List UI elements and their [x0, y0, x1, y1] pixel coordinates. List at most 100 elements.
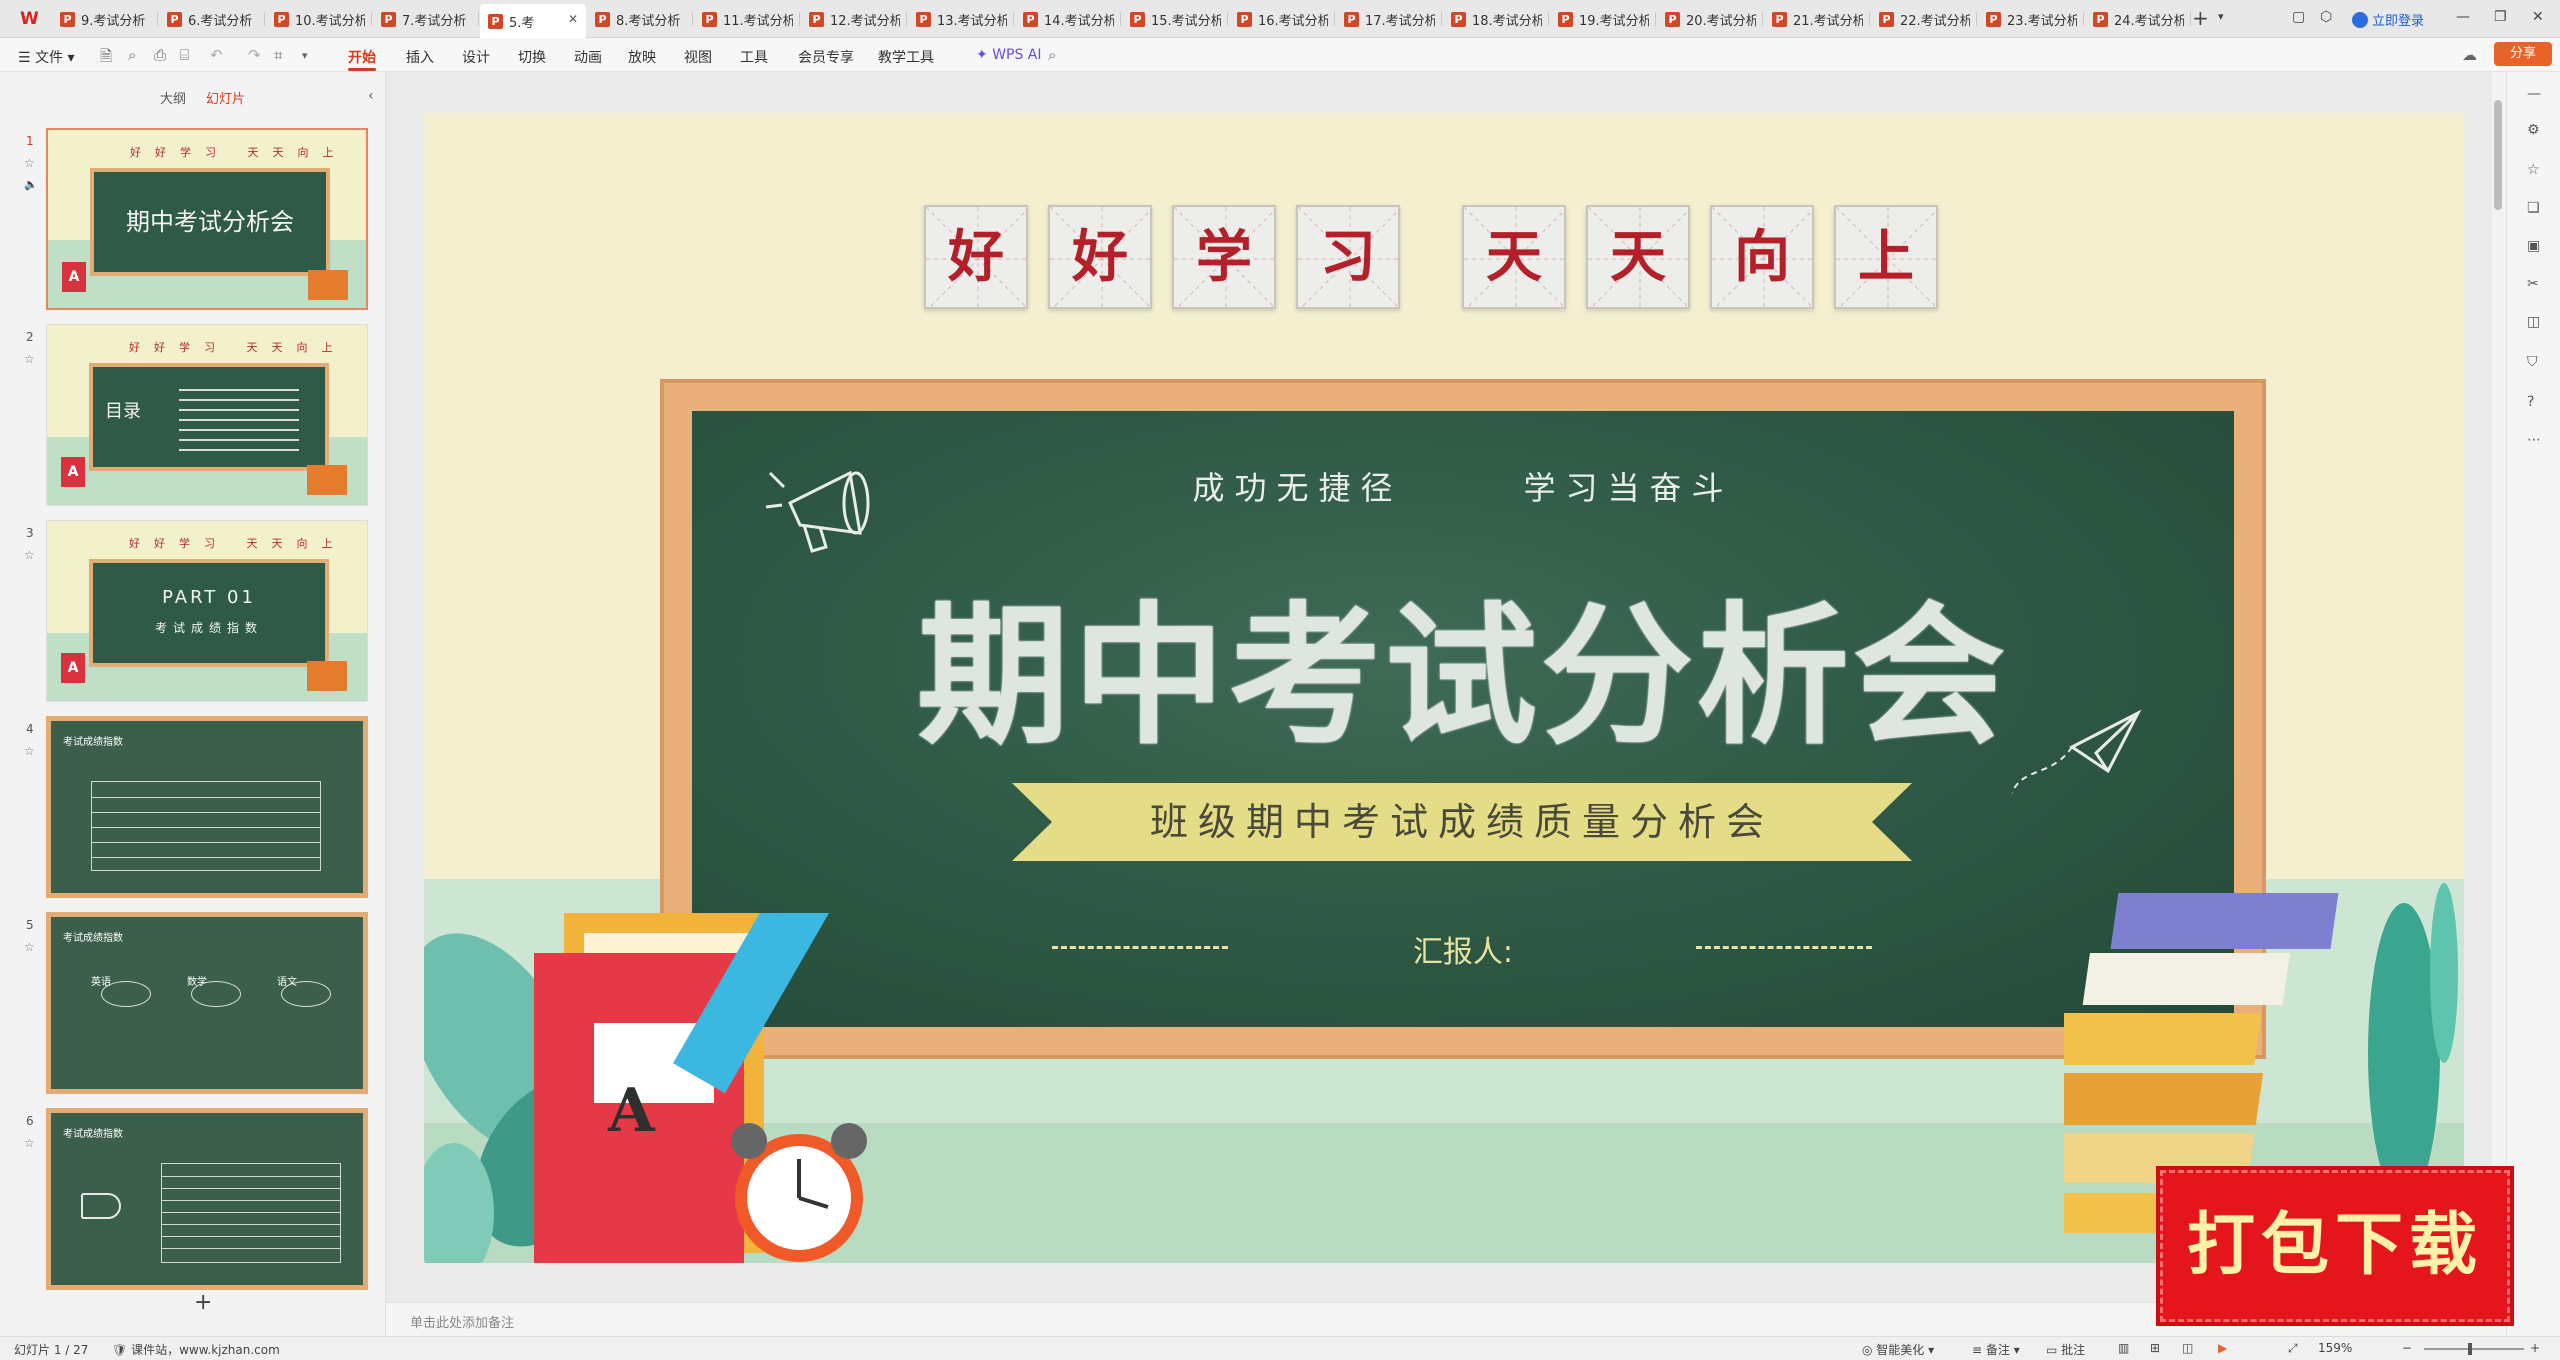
char-text: 好: [1072, 224, 1128, 290]
notes-placeholder[interactable]: 单击此处添加备注: [410, 1312, 514, 1331]
star-icon[interactable]: ☆: [24, 156, 35, 170]
print-icon[interactable]: ⎙: [154, 46, 166, 64]
document-tab[interactable]: P 24.考试分析: [2085, 4, 2191, 34]
star-icon[interactable]: ☆: [24, 548, 35, 562]
star-icon[interactable]: ☆: [24, 940, 35, 954]
ribbon-tab[interactable]: 放映: [628, 47, 656, 67]
favorite-icon[interactable]: ☆: [2527, 162, 2540, 178]
slide-thumbnail-1[interactable]: 好好学习 天天向上 期中考试分析会 A: [46, 128, 368, 310]
open-icon[interactable]: ⌕: [128, 46, 136, 64]
banner-text[interactable]: 班级期中考试成绩质量分析会: [1052, 783, 1872, 861]
document-tab[interactable]: P 6.考试分析: [159, 4, 265, 34]
login-button[interactable]: 立即登录: [2352, 10, 2424, 29]
document-tab[interactable]: P 17.考试分析: [1336, 4, 1442, 34]
ribbon-tab[interactable]: 动画: [574, 47, 602, 67]
wps-ai-button[interactable]: ✦ WPS AI: [976, 47, 1042, 63]
normal-view-icon[interactable]: ▥: [2118, 1341, 2129, 1355]
more-icon[interactable]: ⋯: [2527, 432, 2541, 448]
slide-main-title[interactable]: 期中考试分析会: [692, 553, 2234, 773]
star-icon[interactable]: ☆: [24, 744, 35, 758]
document-tab[interactable]: P 18.考试分析: [1443, 4, 1549, 34]
restore-icon[interactable]: ❐: [2494, 9, 2507, 25]
document-tab[interactable]: P 11.考试分析: [694, 4, 800, 34]
download-badge[interactable]: 打包下载: [2160, 1170, 2510, 1322]
tab-outline[interactable]: 大纲: [160, 92, 186, 107]
play-slideshow-icon[interactable]: ▶: [2218, 1341, 2227, 1355]
redo-icon[interactable]: ↷: [248, 46, 261, 64]
search-icon[interactable]: ⌕: [1048, 46, 1056, 64]
format-painter-icon[interactable]: ⌗: [274, 46, 282, 64]
tab-list-chevron-icon[interactable]: ▾: [2218, 10, 2224, 23]
add-slide-plus-icon[interactable]: +: [194, 1290, 212, 1315]
close-tab-icon[interactable]: ✕: [568, 12, 578, 26]
ribbon-tab[interactable]: 会员专享: [798, 47, 854, 67]
copy-icon[interactable]: ❏: [2527, 200, 2540, 216]
slide-1[interactable]: 好 好 学 习 天 天 向 上 成功无捷径 学习当奋斗 期中考试分析会 班级期中…: [424, 113, 2464, 1263]
fit-window-icon[interactable]: ⤢: [2288, 1341, 2298, 1356]
share-button[interactable]: 分享: [2494, 42, 2552, 66]
reading-view-icon[interactable]: ◫: [2182, 1341, 2193, 1355]
document-tab[interactable]: P 5.考 ✕: [480, 4, 586, 38]
document-tab[interactable]: P 14.考试分析: [1015, 4, 1121, 34]
notes-toggle-button[interactable]: ≡ 备注 ▾: [1972, 1341, 2020, 1358]
document-tab[interactable]: P 13.考试分析: [908, 4, 1014, 34]
close-window-icon[interactable]: ✕: [2532, 9, 2544, 25]
vertical-scrollbar[interactable]: [2494, 100, 2502, 210]
save-icon[interactable]: 🗎: [100, 46, 112, 71]
ribbon-tab[interactable]: 教学工具: [878, 47, 934, 67]
shirt-icon[interactable]: ⛉: [2527, 354, 2538, 370]
zoom-in-icon[interactable]: +: [2530, 1341, 2540, 1355]
tab-label: 12.考试分析: [830, 13, 900, 29]
properties-icon[interactable]: ⚙: [2527, 122, 2540, 138]
print-preview-icon[interactable]: ⌸: [180, 46, 189, 64]
document-tab[interactable]: P 20.考试分析: [1657, 4, 1763, 34]
zoom-level[interactable]: 159%: [2318, 1341, 2352, 1355]
document-tab[interactable]: P 16.考试分析: [1229, 4, 1335, 34]
skin-icon[interactable]: ⬡: [2320, 9, 2332, 25]
document-tab[interactable]: P 12.考试分析: [801, 4, 907, 34]
comments-button[interactable]: ▭ 批注: [2046, 1341, 2085, 1358]
slide-thumbnail-6[interactable]: 考试成绩指数: [46, 1108, 368, 1290]
slide-thumbnail-5[interactable]: 考试成绩指数 英语 数学 语文: [46, 912, 368, 1094]
minimize-icon[interactable]: —: [2456, 9, 2470, 25]
quick-access-chevron-icon[interactable]: ▾: [302, 49, 308, 62]
star-icon[interactable]: ☆: [24, 352, 35, 366]
collapse-panel-icon[interactable]: ‹: [368, 88, 374, 104]
zoom-out-icon[interactable]: −: [2402, 1341, 2412, 1355]
file-menu[interactable]: ☰ 文件 ▾: [18, 47, 75, 67]
tab-slides[interactable]: 幻灯片: [206, 92, 245, 107]
zoom-slider[interactable]: [2424, 1348, 2524, 1350]
new-tab-plus-icon[interactable]: +: [2192, 6, 2209, 30]
smart-beautify-button[interactable]: ◎ 智能美化 ▾: [1862, 1341, 1934, 1358]
tools-icon[interactable]: ✂: [2527, 276, 2539, 292]
star-icon[interactable]: ☆: [24, 1136, 35, 1150]
ribbon-tab[interactable]: 视图: [684, 47, 712, 67]
document-tab[interactable]: P 8.考试分析: [587, 4, 693, 34]
grid-view-icon[interactable]: ⊞: [2150, 1341, 2160, 1355]
document-tab[interactable]: P 15.考试分析: [1122, 4, 1228, 34]
ribbon-tab[interactable]: 开始: [348, 47, 376, 67]
document-tab[interactable]: P 7.考试分析: [373, 4, 479, 34]
document-tab[interactable]: P 19.考试分析: [1550, 4, 1656, 34]
ribbon-tab[interactable]: 插入: [406, 47, 434, 67]
ribbon-tab[interactable]: 切换: [518, 47, 546, 67]
document-tab[interactable]: P 10.考试分析: [266, 4, 372, 34]
wps-logo-icon[interactable]: W: [20, 10, 42, 28]
document-tab[interactable]: P 9.考试分析: [52, 4, 158, 34]
cloud-sync-icon[interactable]: ☁: [2462, 46, 2477, 64]
ribbon-tab[interactable]: 设计: [462, 47, 490, 67]
image-icon[interactable]: ▣: [2527, 238, 2540, 254]
ribbon-tab[interactable]: 工具: [740, 47, 768, 67]
collapse-sidebar-icon[interactable]: —: [2527, 86, 2541, 102]
window-layout-icon[interactable]: ▢: [2292, 9, 2305, 25]
slide-thumbnail-4[interactable]: 考试成绩指数: [46, 716, 368, 898]
help-icon[interactable]: ?: [2527, 394, 2534, 410]
document-tab[interactable]: P 21.考试分析: [1764, 4, 1870, 34]
undo-icon[interactable]: ↶: [210, 46, 223, 64]
book-icon[interactable]: ◫: [2527, 314, 2540, 330]
slide-thumbnail-2[interactable]: 好好学习 天天向上 目录 A: [46, 324, 368, 506]
document-tab[interactable]: P 23.考试分析: [1978, 4, 2084, 34]
document-tab[interactable]: P 22.考试分析: [1871, 4, 1977, 34]
zoom-slider-knob[interactable]: [2468, 1343, 2472, 1355]
slide-thumbnail-3[interactable]: 好好学习 天天向上 PART 01 考试成绩指数 A: [46, 520, 368, 702]
